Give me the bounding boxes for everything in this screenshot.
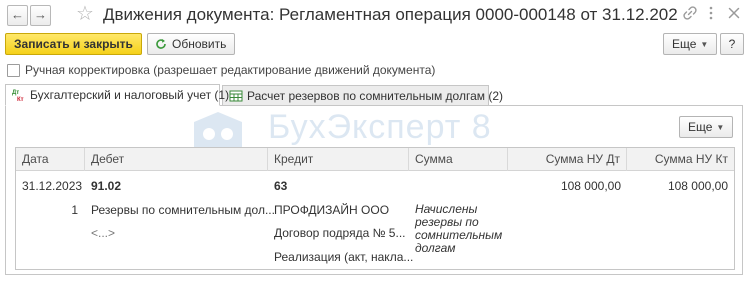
entries-table[interactable]: Дата Дебет Кредит Сумма Сумма НУ Дт Сумм… <box>15 147 735 270</box>
arrow-left-icon: ← <box>11 7 24 22</box>
cell-row-number: 1 <box>71 203 78 217</box>
close-icon[interactable] <box>728 6 740 22</box>
vertical-dots-icon[interactable] <box>708 6 714 23</box>
more-label: Еще <box>672 37 697 51</box>
link-icon[interactable] <box>683 6 697 23</box>
forward-button[interactable]: → <box>30 5 51 26</box>
refresh-label: Обновить <box>172 37 227 51</box>
column-header-debit[interactable]: Дебет <box>85 148 268 171</box>
cell-debit-subconto-1: Резервы по сомнительным дол... <box>91 203 275 217</box>
cell-credit-subconto-1: ПРОФДИЗАЙН ООО <box>274 203 390 217</box>
refresh-button[interactable]: Обновить <box>147 33 236 55</box>
tab-doubtful-debts-reserve[interactable]: Расчет резервов по сомнительным долгам (… <box>222 85 503 106</box>
table-icon <box>229 90 243 102</box>
cell-sum-nu-dt: 108 000,00 <box>560 179 621 193</box>
cell-credit-account: 63 <box>274 179 288 193</box>
cell-credit-subconto-2: Договор подряда № 5... <box>274 226 406 240</box>
cell-debit-account: 91.02 <box>91 179 122 193</box>
window-title: Движения документа: Регламентная операци… <box>103 5 678 24</box>
tab-accounting[interactable]: Дт Кт Бухгалтерский и налоговый учет (1) <box>5 84 229 106</box>
chevron-down-icon: ▼ <box>700 40 709 49</box>
cell-debit-subconto-2: <...> <box>91 226 116 240</box>
back-button[interactable]: ← <box>7 5 28 26</box>
column-header-sum-nu-dt[interactable]: Сумма НУ Дт <box>508 148 627 171</box>
svg-text:Кт: Кт <box>17 97 24 102</box>
refresh-icon <box>156 39 166 49</box>
manual-correction-label: Ручная корректировка (разрешает редактир… <box>25 63 436 77</box>
title-bar: ← → ☆ Движения документа: Регламентная о… <box>0 0 750 30</box>
svg-text:Дт: Дт <box>12 90 19 96</box>
panel-more-label: Еще <box>688 120 713 134</box>
manual-correction-checkbox[interactable] <box>7 64 20 77</box>
favorite-star-icon[interactable]: ☆ <box>76 3 94 25</box>
help-button[interactable]: ? <box>720 33 744 55</box>
column-header-date[interactable]: Дата <box>16 148 85 171</box>
cell-credit-subconto-3: Реализация (акт, накла... <box>274 250 414 264</box>
more-button[interactable]: Еще ▼ <box>663 33 718 55</box>
save-and-close-button[interactable]: Записать и закрыть <box>5 33 142 55</box>
cell-content-line-4: долгам <box>415 241 456 255</box>
chevron-down-icon: ▼ <box>716 123 725 132</box>
panel-more-button[interactable]: Еще ▼ <box>679 116 734 138</box>
column-header-sum[interactable]: Сумма <box>409 148 508 171</box>
cell-sum-nu-kt: 108 000,00 <box>667 179 728 193</box>
tab-doubtful-debts-label: Расчет резервов по сомнительным долгам (… <box>247 89 503 103</box>
cell-date: 31.12.2023 <box>22 179 83 193</box>
arrow-right-icon: → <box>34 7 47 22</box>
table-header: Дата Дебет Кредит Сумма Сумма НУ Дт Сумм… <box>16 148 734 171</box>
dt-kt-icon: ДтКт <box>12 90 24 102</box>
column-header-credit[interactable]: Кредит <box>268 148 409 171</box>
tab-accounting-label: Бухгалтерский и налоговый учет (1) <box>30 88 230 102</box>
column-header-sum-nu-kt[interactable]: Сумма НУ Кт <box>627 148 734 171</box>
